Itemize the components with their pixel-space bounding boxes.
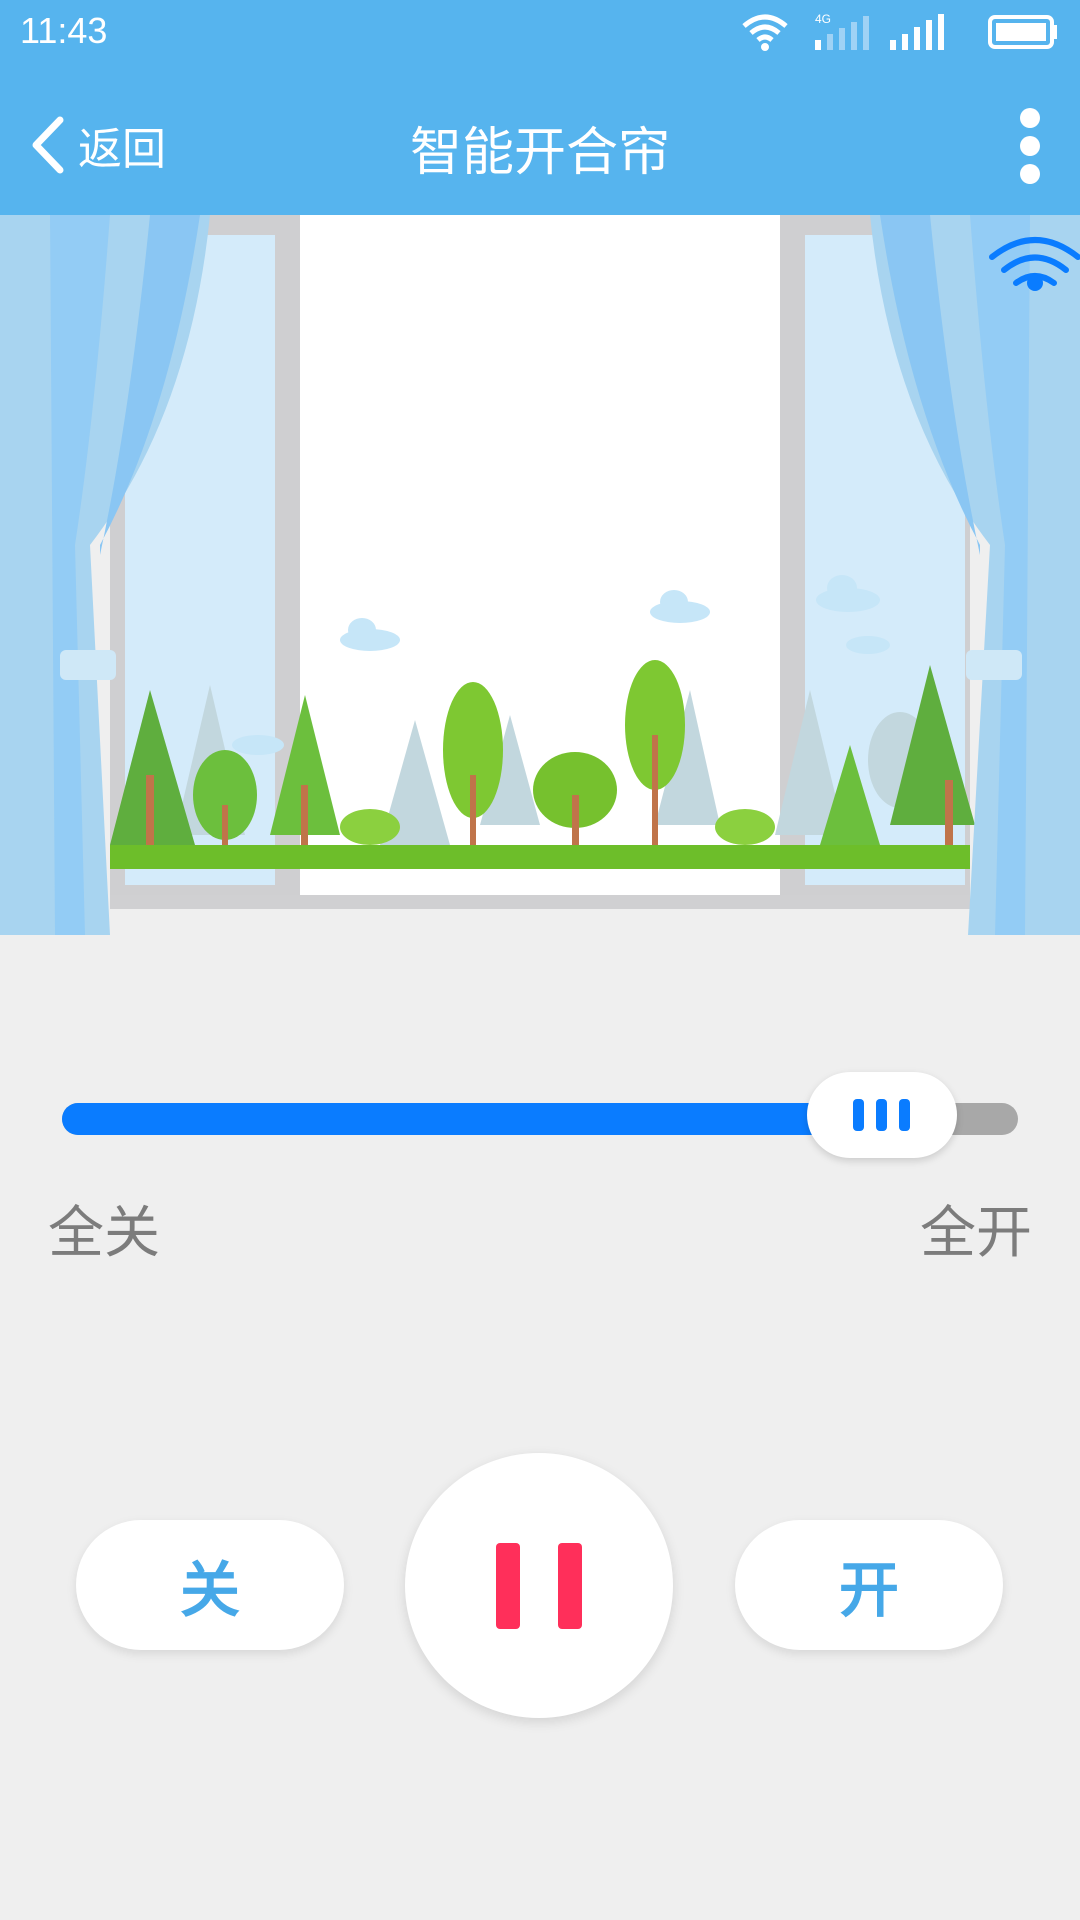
status-time: 11:43 bbox=[20, 10, 108, 51]
pause-bar-icon bbox=[558, 1542, 582, 1629]
pause-button[interactable] bbox=[405, 1453, 673, 1718]
device-wifi-dot bbox=[1027, 275, 1043, 291]
grip-bar-icon bbox=[876, 1099, 888, 1131]
more-dot-icon bbox=[1020, 164, 1040, 184]
slider-thumb[interactable] bbox=[806, 1072, 957, 1158]
pause-bar-icon bbox=[496, 1542, 520, 1629]
slider-max-label: 全开 bbox=[920, 1201, 1032, 1266]
open-curtain-button[interactable]: 开 bbox=[735, 1520, 1003, 1650]
grip-bar-icon bbox=[899, 1099, 911, 1131]
network-label: 4G bbox=[815, 12, 831, 26]
close-curtain-button[interactable]: 关 bbox=[76, 1520, 344, 1650]
slider-fill bbox=[62, 1103, 827, 1135]
wifi-status-icon bbox=[742, 14, 788, 51]
more-dot-icon bbox=[1020, 136, 1040, 156]
page-title: 智能开合帘 bbox=[409, 123, 670, 183]
app-header: 11:43 4G 返回 智能开合帘 bbox=[0, 0, 1080, 215]
slider-min-label: 全关 bbox=[48, 1201, 160, 1266]
grass bbox=[110, 845, 970, 869]
signal-icon bbox=[890, 14, 944, 50]
grip-bar-icon bbox=[853, 1099, 865, 1131]
more-options-button[interactable] bbox=[1020, 100, 1040, 192]
battery-icon bbox=[988, 15, 1057, 49]
signal-4g-icon: 4G bbox=[815, 12, 869, 50]
more-dot-icon bbox=[1020, 108, 1040, 128]
curtain-illustration bbox=[0, 215, 1080, 935]
